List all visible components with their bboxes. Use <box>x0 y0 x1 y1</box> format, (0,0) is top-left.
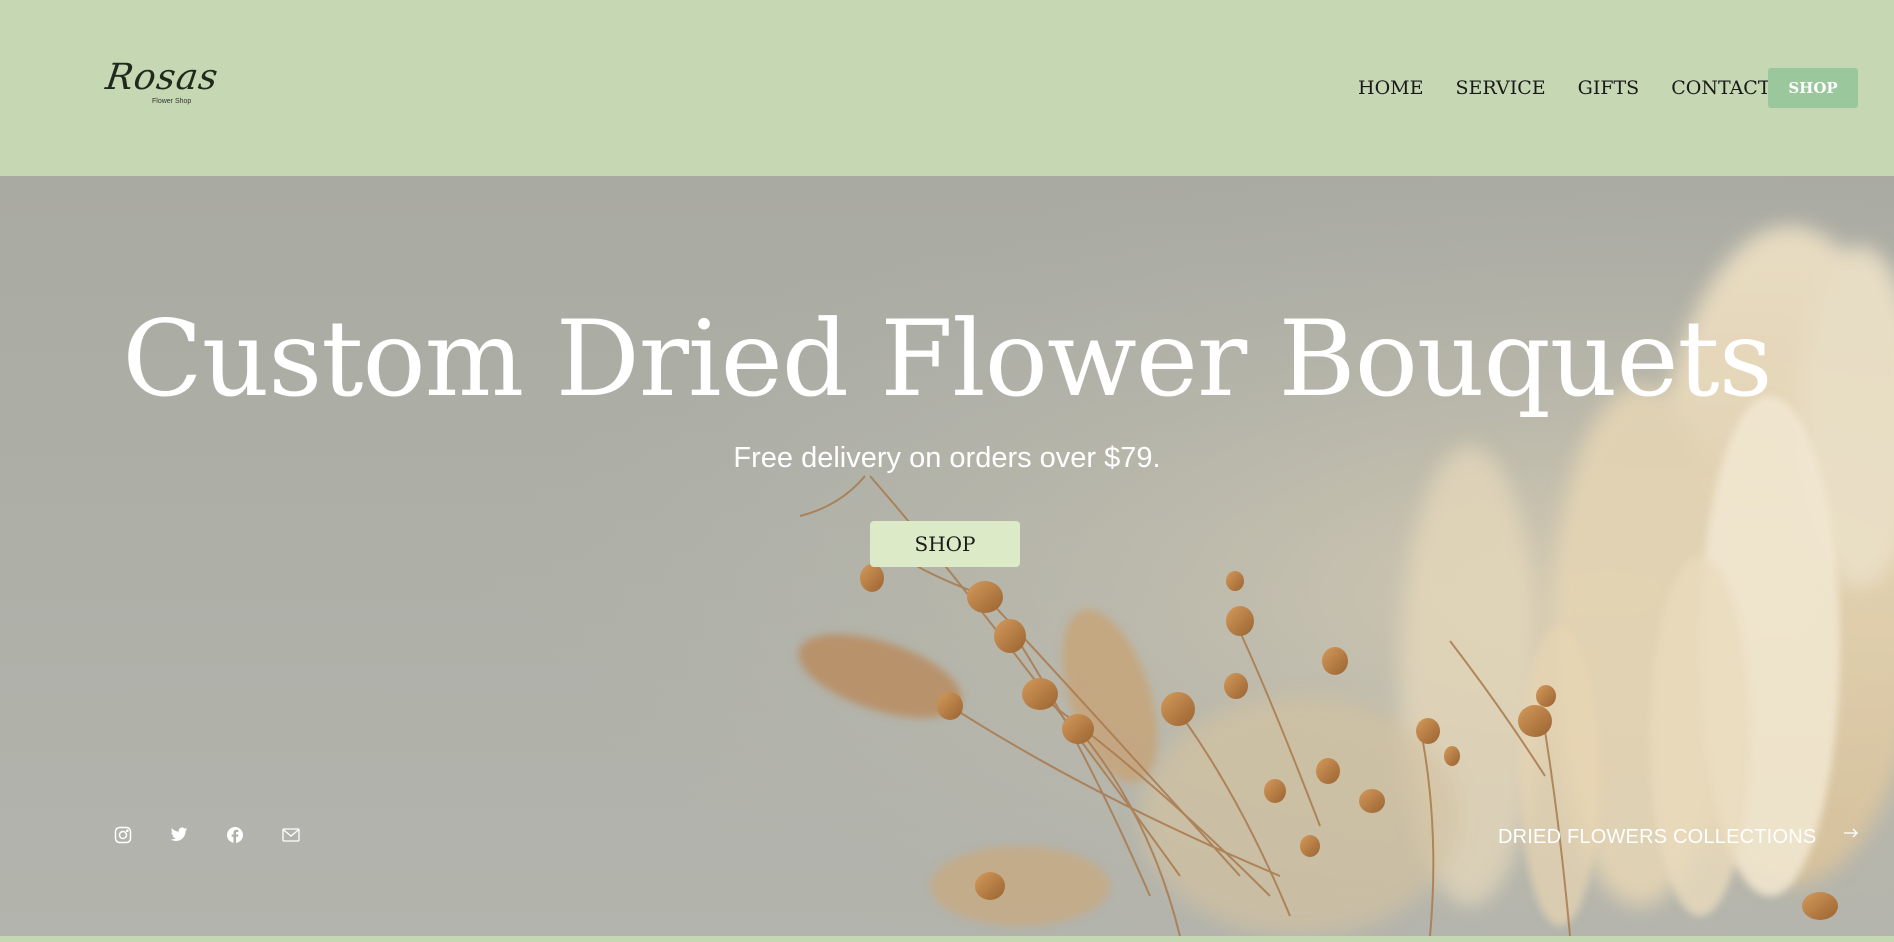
social-links <box>112 824 336 846</box>
hero-shop-button[interactable]: SHOP <box>870 521 1020 567</box>
logo-name: Rosas <box>103 57 222 98</box>
nav-item-gifts[interactable]: GIFTS <box>1578 68 1640 108</box>
main-nav: HOME SERVICE GIFTS CONTACT <box>1358 68 1803 108</box>
arrow-right-icon <box>1842 825 1860 839</box>
twitter-icon[interactable] <box>168 824 190 846</box>
nav-item-home[interactable]: HOME <box>1358 68 1423 108</box>
collections-link[interactable]: DRIED FLOWERS COLLECTIONS <box>1498 826 1860 849</box>
hero-subtitle: Free delivery on orders over $79. <box>733 442 1161 474</box>
nav-item-service[interactable]: SERVICE <box>1455 68 1545 108</box>
site-header: Rosas Flower Shop HOME SERVICE GIFTS CON… <box>0 0 1894 176</box>
hero-title: Custom Dried Flower Bouquets <box>122 298 1772 420</box>
collections-label: DRIED FLOWERS COLLECTIONS <box>1498 826 1817 848</box>
header-shop-button[interactable]: SHOP <box>1768 68 1858 108</box>
instagram-icon[interactable] <box>112 824 134 846</box>
nav-item-contact[interactable]: CONTACT <box>1671 68 1770 108</box>
logo-tagline: Flower Shop <box>152 98 192 105</box>
footer-strip <box>0 936 1894 942</box>
facebook-icon[interactable] <box>224 824 246 846</box>
logo[interactable]: Rosas Flower Shop <box>103 57 221 110</box>
hero-section: Custom Dried Flower Bouquets Free delive… <box>0 176 1894 936</box>
mail-icon[interactable] <box>280 824 302 846</box>
